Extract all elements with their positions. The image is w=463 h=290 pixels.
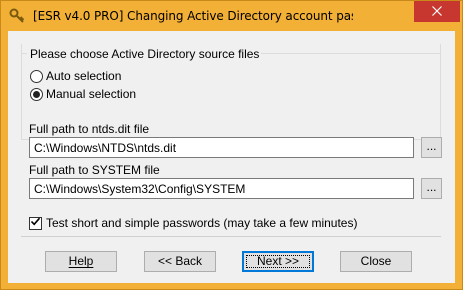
- radio-label: Manual selection: [46, 87, 137, 101]
- ntds-path-input[interactable]: [29, 137, 414, 158]
- test-passwords-checkbox-row[interactable]: Test short and simple passwords (may tak…: [29, 215, 357, 231]
- radio-button[interactable]: [30, 69, 43, 83]
- button-separator: [21, 236, 441, 237]
- group-border: [253, 53, 441, 54]
- window-title: [ESR v4.0 PRO] Changing Active Directory…: [33, 9, 353, 23]
- next-button-label: Next >>: [256, 254, 300, 268]
- help-button[interactable]: Help: [45, 251, 117, 272]
- next-button[interactable]: Next >>: [242, 251, 314, 272]
- dialog-body: Please choose Active Directory source fi…: [8, 31, 455, 283]
- close-button-label: Close: [360, 254, 392, 268]
- system-path-label: Full path to SYSTEM file: [29, 163, 160, 177]
- back-button[interactable]: << Back: [144, 251, 216, 272]
- system-path-input[interactable]: [29, 178, 414, 199]
- radio-auto-selection[interactable]: Auto selection: [30, 68, 121, 84]
- ntds-browse-button[interactable]: ...: [421, 137, 442, 158]
- close-button[interactable]: Close: [340, 251, 412, 272]
- system-browse-button[interactable]: ...: [421, 178, 442, 199]
- title-bar[interactable]: [ESR v4.0 PRO] Changing Active Directory…: [1, 1, 462, 31]
- test-passwords-label: Test short and simple passwords (may tak…: [46, 216, 358, 230]
- checkmark-icon: [30, 216, 41, 230]
- test-passwords-checkbox[interactable]: [29, 216, 42, 230]
- key-app-icon: [9, 8, 25, 24]
- source-group-legend: Please choose Active Directory source fi…: [28, 47, 262, 61]
- help-button-label: Help: [68, 254, 94, 268]
- back-button-label: << Back: [157, 254, 203, 268]
- dialog-window: [ESR v4.0 PRO] Changing Active Directory…: [0, 0, 463, 290]
- ntds-path-label: Full path to ntds.dit file: [29, 122, 150, 136]
- close-window-button[interactable]: [414, 1, 460, 22]
- radio-manual-selection[interactable]: Manual selection: [30, 86, 136, 102]
- group-border: [21, 53, 27, 54]
- radio-button[interactable]: [30, 87, 43, 101]
- radio-label: Auto selection: [46, 69, 122, 83]
- close-icon: [432, 5, 442, 19]
